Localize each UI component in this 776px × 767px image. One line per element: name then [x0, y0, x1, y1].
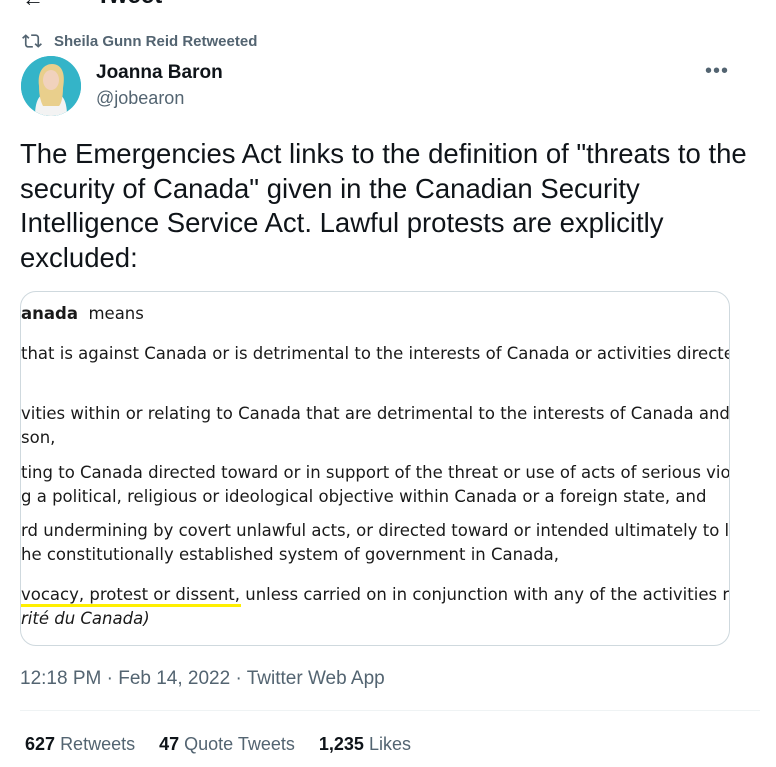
doc-line: that is against Canada or is detrimental… — [21, 344, 730, 363]
doc-line: he constitutionally established system o… — [21, 545, 560, 564]
doc-term: anada — [21, 304, 78, 323]
retweet-icon — [22, 34, 42, 48]
likes-stat[interactable]: 1,235 Likes — [319, 734, 411, 755]
doc-line: rd undermining by covert unlawful acts, … — [21, 521, 730, 540]
tweet-stats: 627 Retweets 47 Quote Tweets 1,235 Likes — [25, 734, 411, 755]
doc-line: ting to Canada directed toward or in sup… — [21, 463, 730, 482]
doc-line: vocacy, protest or dissent, unless carri… — [21, 585, 730, 604]
quote-tweets-stat[interactable]: 47 Quote Tweets — [159, 734, 295, 755]
retweet-context[interactable]: Sheila Gunn Reid Retweeted — [22, 31, 257, 51]
tweet-media-image[interactable]: anada means that is against Canada or is… — [20, 291, 730, 646]
doc-line: rité du Canada) — [21, 609, 150, 628]
doc-line: anada means — [21, 304, 144, 323]
doc-line: vities within or relating to Canada that… — [21, 404, 730, 423]
avatar[interactable] — [21, 56, 81, 116]
more-icon[interactable]: ••• — [705, 60, 729, 83]
retweet-label: Sheila Gunn Reid Retweeted — [54, 32, 258, 50]
doc-term-means: means — [88, 304, 144, 323]
divider — [20, 710, 760, 711]
highlight-underline — [21, 604, 241, 607]
page-title: Tweet — [96, 0, 162, 8]
doc-line: son, — [21, 428, 56, 447]
doc-highlighted-text: vocacy, protest or dissent, — [21, 585, 240, 604]
tweet-text: The Emergencies Act links to the definit… — [20, 138, 747, 273]
author-handle[interactable]: @jobearon — [96, 88, 184, 109]
tweet-timestamp[interactable]: 12:18 PM · Feb 14, 2022 · Twitter Web Ap… — [20, 668, 385, 690]
author-name[interactable]: Joanna Baron — [96, 62, 223, 84]
back-arrow-icon[interactable]: ← — [22, 0, 44, 12]
retweets-stat[interactable]: 627 Retweets — [25, 734, 135, 755]
doc-line-rest: unless carried on in conjunction with an… — [245, 585, 730, 604]
avatar-image — [21, 56, 81, 116]
doc-line: g a political, religious or ideological … — [21, 487, 707, 506]
